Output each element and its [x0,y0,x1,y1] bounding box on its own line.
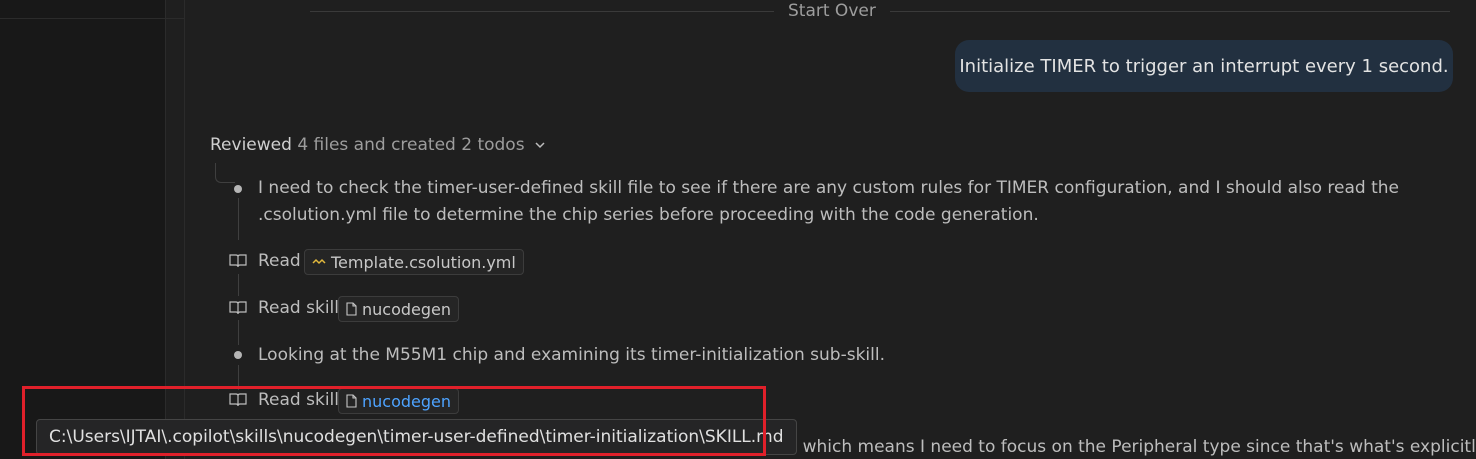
thought-text: Looking at the M55M1 chip and examining … [258,345,886,365]
file-chip-label: Template.csolution.yml [331,252,516,272]
reviewed-detail: 4 files and created 2 todos [297,135,525,155]
file-chip-template-csolution[interactable]: Template.csolution.yml [304,249,524,275]
left-panel-top-strip [0,0,184,19]
read-label: Read [258,251,301,271]
tree-connector-corner [215,163,235,183]
user-message-bubble: Initialize TIMER to trigger an interrupt… [955,40,1453,92]
bullet-dot-icon [234,185,242,193]
thought-text-line-2: .csolution.yml file to determine the chi… [258,205,1039,225]
truncated-thought-text: d, which means I need to focus on the Pe… [781,437,1476,457]
book-open-icon [229,393,247,407]
start-over-link[interactable]: Start Over [788,1,876,21]
skill-chip-label: nucodegen [362,391,452,411]
start-over-divider-right [890,11,1450,12]
reviewed-label: Reviewed [210,135,292,155]
bullet-dot-icon [234,351,242,359]
yaml-file-icon [312,258,326,265]
panel-divider[interactable] [165,0,166,459]
tree-connector-line [238,365,239,390]
left-side-panel [0,0,184,459]
tree-connector-line [238,198,239,240]
reviewed-summary-toggle[interactable]: Reviewed 4 files and created 2 todos [210,135,546,155]
skill-chip-label: nucodegen [362,299,452,319]
thought-text-line-1: I need to check the timer-user-defined s… [258,178,1399,198]
tree-connector-line [238,320,239,345]
read-skill-label: Read skill [258,390,339,410]
skill-chip-nucodegen[interactable]: nucodegen [338,296,460,322]
file-path-tooltip: C:\Users\IJTAI\.copilot\skills\nucodegen… [36,419,797,455]
tree-connector-line [238,274,239,296]
file-icon [346,394,357,408]
start-over-divider-left [310,11,774,12]
book-open-icon [229,301,247,315]
chevron-down-icon [535,142,545,149]
skill-chip-nucodegen-hovered[interactable]: nucodegen [338,388,460,414]
read-skill-label: Read skill [258,298,339,318]
file-icon [346,302,357,316]
book-open-icon [229,254,247,268]
